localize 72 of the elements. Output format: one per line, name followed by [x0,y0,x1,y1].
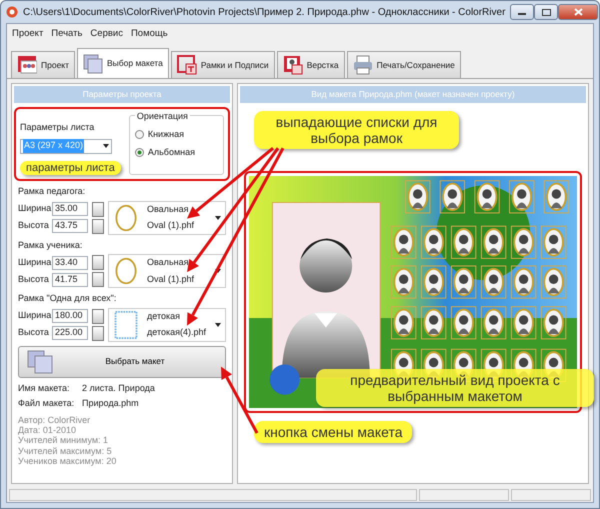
detail-text: Автор: ColorRiver [18,414,92,425]
detail-text: Учителей максимум: 5 [18,446,113,456]
spin-button[interactable] [92,202,104,217]
panel-header: Вид макета Природа.phm (макет назначен проекту) [240,86,586,103]
radio-label: Альбомная [148,146,195,158]
minimize-button[interactable] [510,4,534,20]
dropdown-caret-icon [215,216,221,220]
width-field[interactable]: 35.00 [52,202,88,216]
callout-note: кнопка смены макета [254,421,412,444]
tab[interactable]: Рамки и Подписи [170,51,275,78]
frame-dropdown[interactable]: Овальная Oval (1).phf [108,254,226,288]
menu-item[interactable]: Помощь [130,27,168,42]
frame-letter-icon [176,55,197,76]
spin-button[interactable] [92,255,104,270]
group-label: Ориентация [134,110,190,124]
radio-button[interactable] [134,130,144,140]
field-label: Высота [18,219,48,232]
portrait-frame-icon [17,55,37,76]
spin-button[interactable] [92,326,104,341]
maximize-button[interactable] [534,4,558,20]
section-label: Рамка педагога: [18,185,86,198]
radio-button[interactable] [134,148,144,157]
section-label: Рамка "Одна для всех": [18,292,118,306]
detail-text: Учителей минимум: 1 [18,435,110,446]
tab[interactable]: Печать/Сохранение [346,51,461,78]
menu-item[interactable]: Сервис [90,27,123,42]
radio-label: Книжная [148,128,184,141]
spin-button[interactable] [92,272,104,288]
height-field[interactable]: 225.00 [52,326,88,340]
info-value: Природа.phm [82,397,139,410]
callout-note: выпадающие списки для выбора рамок [254,111,459,150]
oval-frame-icon [113,257,139,286]
info-value: 2 листа. Природа [82,382,155,395]
info-label: Файл макета: [18,397,76,410]
detail-text: Дата: 01-2010 [18,424,77,436]
detail-text: Учеников максимум: 20 [18,456,118,466]
callout-note: параметры листа [20,160,121,176]
app-icon [6,6,18,18]
close-icon [574,8,583,16]
info-label: Имя макета: [18,382,70,395]
field-label: Параметры листа [20,121,96,134]
tab[interactable]: Проект [11,51,75,78]
dropdown-caret-icon [215,269,221,274]
printer-icon [352,55,373,76]
field-label: Высота [18,272,48,286]
tab[interactable]: Выбор макета [77,48,169,78]
menu-item[interactable]: Проект [12,27,44,42]
dotted-frame-icon [113,310,139,339]
section-label: Рамка ученика: [18,238,84,252]
stacked-sheets-icon [27,350,53,374]
width-field[interactable]: 33.40 [52,256,88,270]
spin-button[interactable] [92,218,104,234]
panel-header: Параметры проекта [14,86,230,103]
menu-item[interactable]: Печать [51,27,82,42]
frame-dropdown[interactable]: детокая детокая(4).phf [108,308,226,342]
height-field[interactable]: 41.75 [52,272,88,287]
maximize-icon [542,8,551,16]
width-field[interactable]: 180.00 [52,309,88,324]
field-label: Высота [18,326,48,340]
window-title: C:\Users\1\Documents\ColorRiver\Photovin Projects\Пример 2. Природа.phw - Одноклассники - ColorRiver [23,6,506,20]
height-field[interactable]: 43.75 [52,219,88,234]
select-layout-button[interactable]: Выбрать макет [18,346,226,378]
oval-frame-icon [113,204,139,232]
tab[interactable]: Верстка [276,51,345,78]
dropdown-caret-icon [215,322,221,327]
callout-note: предварительный вид проекта с выбранным макетом [316,368,594,407]
close-button[interactable] [558,4,598,20]
portrait-page-icon [282,55,303,76]
stacked-sheets-icon [83,54,103,74]
spin-button[interactable] [92,308,104,324]
dropdown-caret-icon [103,144,109,148]
frame-dropdown[interactable]: Овальная Oval (1).phf [108,200,226,235]
